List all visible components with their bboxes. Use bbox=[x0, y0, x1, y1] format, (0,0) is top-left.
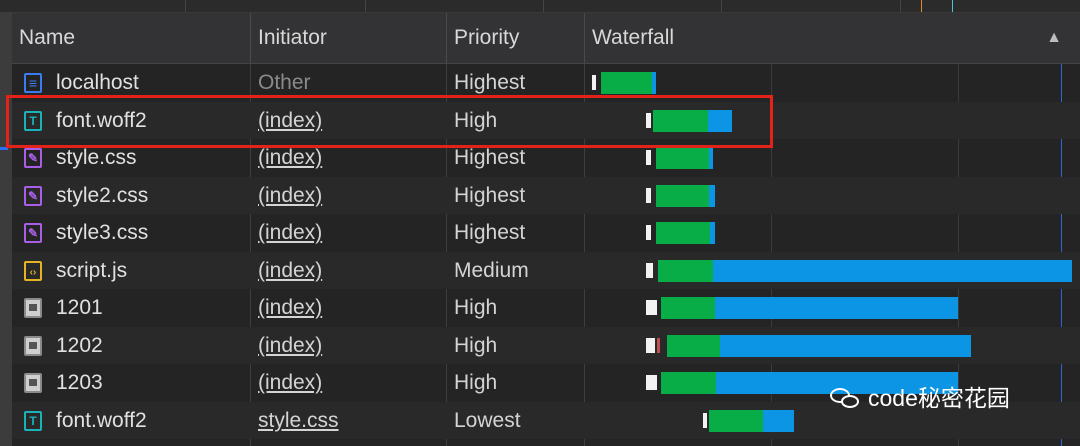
initiator-link[interactable]: (index) bbox=[258, 252, 322, 290]
request-name: style3.css bbox=[56, 221, 149, 244]
table-row[interactable]: style2.css (index) Highest bbox=[12, 176, 1080, 215]
waterfall-waiting bbox=[667, 334, 720, 357]
script-icon bbox=[24, 260, 42, 281]
timeline-tick bbox=[185, 0, 186, 12]
initiator-link[interactable]: (index) bbox=[258, 327, 322, 365]
waterfall-waiting bbox=[661, 297, 715, 319]
wechat-icon bbox=[830, 386, 860, 410]
table-row[interactable]: style3.css (index) Highest bbox=[12, 214, 1080, 252]
request-name: 1201 bbox=[56, 296, 103, 319]
waterfall-queue bbox=[592, 75, 596, 90]
waterfall-waiting bbox=[656, 184, 709, 207]
waterfall-download bbox=[709, 184, 715, 207]
highlight-annotation-box bbox=[6, 95, 773, 148]
image-icon bbox=[24, 298, 42, 318]
waterfall-download bbox=[763, 409, 794, 432]
waterfall-download bbox=[652, 72, 656, 94]
left-edge bbox=[0, 12, 12, 446]
watermark-text: code秘密花园 bbox=[868, 385, 1010, 411]
stylesheet-icon bbox=[24, 185, 42, 206]
column-header-priority[interactable]: Priority bbox=[446, 13, 584, 63]
waterfall-queue bbox=[646, 187, 651, 203]
timeline-tick bbox=[900, 0, 901, 12]
waterfall-waiting bbox=[661, 372, 716, 394]
waterfall-queue bbox=[646, 225, 651, 240]
stylesheet-icon bbox=[24, 148, 42, 168]
watermark: code秘密花园 bbox=[830, 378, 1010, 418]
waterfall-download bbox=[715, 297, 958, 319]
waterfall-waiting bbox=[658, 259, 713, 282]
waterfall-queue bbox=[646, 300, 657, 315]
image-icon bbox=[24, 373, 42, 393]
timeline-marker bbox=[921, 0, 922, 12]
table-row[interactable]: 1201 (index) High bbox=[12, 289, 1080, 327]
request-priority: Highest bbox=[454, 221, 526, 244]
column-header-waterfall-label: Waterfall bbox=[592, 26, 675, 49]
waterfall-waiting bbox=[709, 409, 763, 432]
sort-ascending-icon[interactable]: ▲ bbox=[1046, 29, 1062, 47]
column-header-name[interactable]: Name bbox=[12, 13, 250, 63]
document-icon bbox=[24, 73, 42, 93]
request-priority: High bbox=[454, 333, 498, 357]
initiator-link[interactable]: style.css bbox=[258, 402, 339, 440]
waterfall-download bbox=[710, 222, 715, 244]
request-name: script.js bbox=[56, 258, 128, 282]
overview-timeline[interactable] bbox=[0, 0, 1080, 13]
waterfall-queue bbox=[703, 412, 707, 428]
waterfall-download bbox=[720, 334, 971, 357]
table-row[interactable]: 1202 (index) High bbox=[12, 326, 1080, 365]
waterfall-download bbox=[709, 147, 713, 169]
request-priority: Highest bbox=[454, 183, 526, 207]
waterfall-queue bbox=[646, 375, 657, 390]
request-priority: High bbox=[454, 371, 498, 394]
waterfall-waiting bbox=[656, 147, 709, 169]
timeline-tick bbox=[365, 0, 366, 12]
waterfall-queue bbox=[646, 262, 653, 278]
waterfall-download bbox=[713, 259, 1072, 282]
stylesheet-icon bbox=[24, 223, 42, 243]
initiator-link[interactable]: (index) bbox=[258, 177, 322, 215]
image-icon bbox=[24, 335, 42, 356]
timeline-marker bbox=[952, 0, 953, 12]
request-name: font.woff2 bbox=[56, 408, 147, 432]
table-row[interactable]: script.js (index) Medium bbox=[12, 251, 1080, 290]
request-priority: Lowest bbox=[454, 408, 521, 432]
waterfall-stalled bbox=[657, 337, 660, 353]
request-name: style2.css bbox=[56, 183, 149, 207]
waterfall-waiting bbox=[601, 72, 652, 94]
request-priority: Medium bbox=[454, 258, 529, 282]
initiator-link[interactable]: (index) bbox=[258, 289, 322, 327]
request-name: 1203 bbox=[56, 371, 103, 394]
waterfall-queue bbox=[646, 150, 651, 165]
timeline-tick bbox=[543, 0, 544, 12]
column-header-initiator[interactable]: Initiator bbox=[250, 13, 446, 63]
request-name: 1202 bbox=[56, 333, 103, 357]
font-icon bbox=[24, 410, 42, 431]
timeline-tick bbox=[721, 0, 722, 12]
request-priority: High bbox=[454, 296, 498, 319]
waterfall-queue bbox=[646, 337, 655, 353]
waterfall-waiting bbox=[656, 222, 710, 244]
initiator-link[interactable]: (index) bbox=[258, 214, 322, 252]
column-header-waterfall[interactable]: Waterfall ▲ bbox=[584, 13, 1080, 63]
table-header: Name Initiator Priority Waterfall ▲ bbox=[12, 13, 1080, 64]
initiator-link[interactable]: (index) bbox=[258, 364, 322, 402]
